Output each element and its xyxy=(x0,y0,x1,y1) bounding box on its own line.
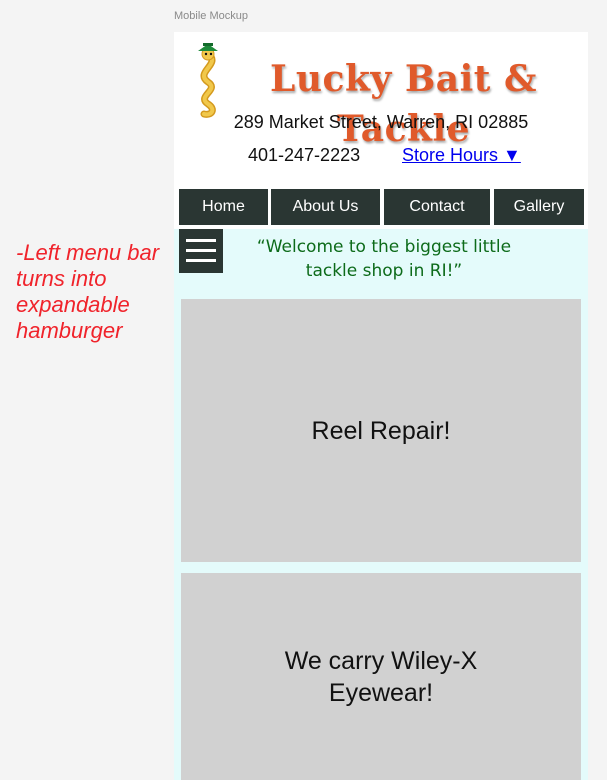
nav-about-us[interactable]: About Us xyxy=(271,189,380,225)
hamburger-icon[interactable] xyxy=(179,229,223,273)
phone-number: 401-247-2223 xyxy=(248,145,361,165)
nav-contact[interactable]: Contact xyxy=(384,189,490,225)
mobile-mockup-frame: Lucky Bait & Tackle 289 Market Street, W… xyxy=(174,32,588,780)
promo-card-reel-repair: Reel Repair! xyxy=(181,299,581,562)
store-hours-link[interactable]: Store Hours ▼ xyxy=(402,145,521,166)
promo-card-text: Reel Repair! xyxy=(311,416,451,445)
brand-title: Lucky Bait & Tackle xyxy=(270,58,537,150)
frame-label: Mobile Mockup xyxy=(174,10,248,22)
promo-card-text: We carry Wiley-X Eyewear! xyxy=(284,646,478,707)
welcome-message: “Welcome to the biggest little tackle sh… xyxy=(256,237,512,281)
store-address: 289 Market Street, Warren, RI 02885 xyxy=(233,112,529,132)
nav-home[interactable]: Home xyxy=(179,189,268,225)
worm-mascot-icon xyxy=(198,43,218,118)
main-content: “Welcome to the biggest little tackle sh… xyxy=(174,229,588,780)
nav-gallery[interactable]: Gallery xyxy=(494,189,584,225)
annotation-note: -Left menu bar turns into expandable ham… xyxy=(16,240,160,343)
top-nav: Home About Us Contact Gallery xyxy=(179,189,584,225)
promo-card-wiley-x: We carry Wiley-X Eyewear! xyxy=(181,573,581,780)
